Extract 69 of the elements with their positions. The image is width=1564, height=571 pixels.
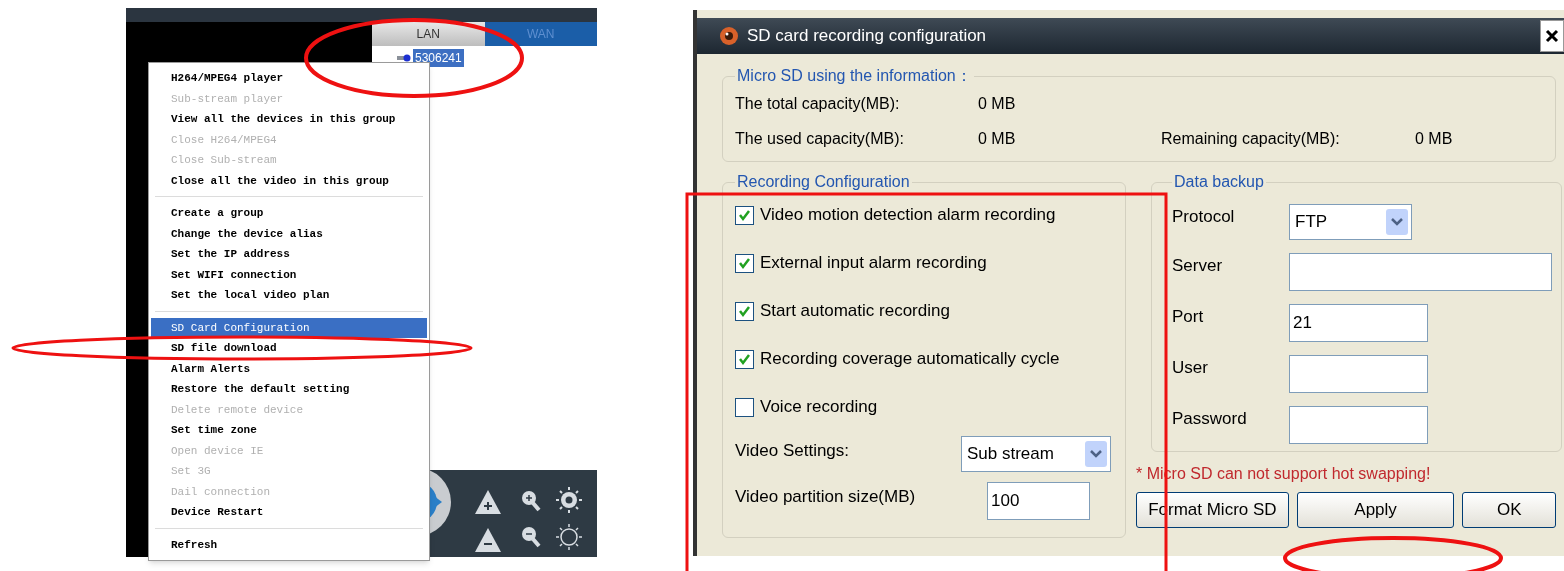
menu-item[interactable]: Set the IP address	[151, 244, 427, 265]
checkbox[interactable]	[735, 205, 754, 225]
field-label: Server	[1172, 255, 1224, 277]
menu-item[interactable]: Change the device alias	[151, 223, 427, 244]
checkbox-label: Recording coverage automatically cycle	[760, 348, 1060, 371]
menu-item[interactable]: View all the devices in this group	[151, 109, 427, 130]
input-field[interactable]: 100	[987, 482, 1090, 520]
window-title: SD card recording configuration	[747, 25, 987, 48]
menu-item[interactable]: Refresh	[151, 534, 427, 555]
menu-item[interactable]: Restore the default setting	[151, 379, 427, 400]
menu-item[interactable]: H264/MPEG4 player	[151, 68, 427, 89]
field-label: User	[1172, 357, 1209, 379]
checkmark-icon	[738, 304, 751, 318]
info-label: Remaining capacity(MB):	[1161, 129, 1341, 149]
info-label: The total capacity(MB):	[735, 94, 901, 114]
menu-item[interactable]: Set the local video plan	[151, 285, 427, 306]
menu-item[interactable]: Set time zone	[151, 420, 427, 441]
dialog-button[interactable]: Apply	[1296, 492, 1455, 528]
device-item[interactable]: 5306241	[413, 49, 464, 67]
info-label: The used capacity(MB):	[735, 129, 905, 149]
camera-icon	[397, 54, 411, 62]
app-logo-icon	[719, 26, 739, 46]
magnifier-minus-icon[interactable]	[522, 527, 541, 548]
checkbox[interactable]	[735, 301, 754, 321]
group-heading: Recording Configuration	[736, 172, 911, 192]
field-label: Port	[1172, 306, 1205, 328]
info-value: 0 MB	[978, 129, 1017, 149]
menu-item[interactable]: Create a group	[151, 203, 427, 224]
dialog-button[interactable]: OK	[1462, 492, 1556, 528]
group-heading: Micro SD using the information：	[736, 66, 973, 86]
checkbox[interactable]	[735, 397, 754, 417]
dropdown[interactable]: FTP	[1289, 204, 1412, 240]
menu-item[interactable]: Close all the video in this group	[151, 170, 427, 191]
checkbox[interactable]	[735, 349, 754, 369]
checkbox-label: Voice recording	[760, 396, 878, 419]
dropdown[interactable]: Sub stream	[961, 436, 1111, 472]
tab[interactable]: LAN	[372, 22, 485, 46]
field-label: Video Settings:	[735, 440, 850, 462]
dropdown-value: FTP	[1295, 211, 1328, 234]
field-label: Video partition size(MB)	[735, 486, 917, 508]
checkmark-icon	[738, 208, 751, 222]
checkmark-icon	[738, 256, 751, 270]
menu-item[interactable]: Set WIFI connection	[151, 264, 427, 285]
close-button[interactable]	[1540, 20, 1564, 52]
input-field[interactable]	[1289, 253, 1552, 291]
zoom-in-triangle-icon[interactable]	[475, 490, 501, 514]
field-label: Protocol	[1172, 206, 1236, 228]
menu-item[interactable]: SD Card Configuration	[151, 317, 427, 338]
checkbox[interactable]	[735, 253, 754, 273]
zoom-out-triangle-icon[interactable]	[475, 528, 501, 552]
group-heading: Data backup	[1173, 172, 1265, 192]
input-field[interactable]: 21	[1289, 304, 1428, 342]
checkbox-label: Video motion detection alarm recording	[760, 204, 1056, 227]
checkbox-label: External input alarm recording	[760, 252, 987, 275]
dropdown-value: Sub stream	[967, 443, 1054, 466]
input-field[interactable]	[1289, 406, 1428, 444]
brightness-down-icon[interactable]	[555, 523, 583, 551]
close-icon	[1545, 29, 1559, 43]
field-label: Password	[1172, 408, 1248, 430]
menu-item[interactable]: SD file download	[151, 338, 427, 359]
magnifier-plus-icon[interactable]	[522, 491, 541, 512]
info-value: 0 MB	[1415, 129, 1454, 149]
brightness-up-icon[interactable]	[555, 486, 583, 514]
info-value: 0 MB	[978, 94, 1017, 114]
menu-item[interactable]: Alarm Alerts	[151, 358, 427, 379]
input-field[interactable]	[1289, 355, 1428, 393]
menu-item[interactable]: Device Restart	[151, 502, 427, 523]
checkmark-icon	[738, 352, 751, 366]
checkbox-label: Start automatic recording	[760, 300, 950, 323]
